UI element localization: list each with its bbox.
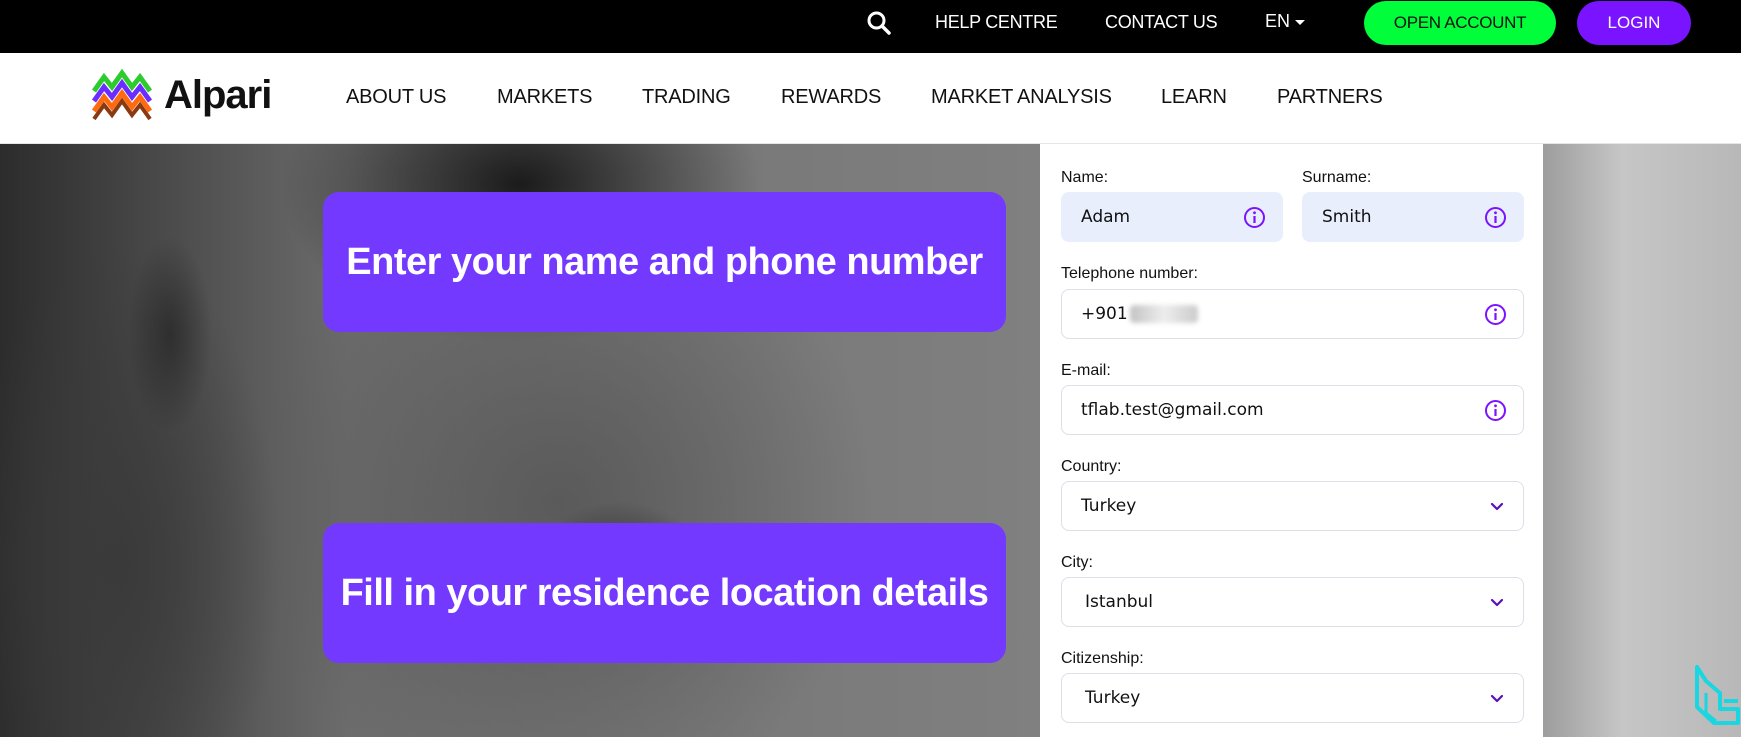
email-field[interactable]: tflab.test@gmail.com [1061,385,1524,435]
email-value: tflab.test@gmail.com [1081,400,1264,420]
nav-market-analysis[interactable]: MARKET ANALYSIS [931,86,1112,109]
email-label: E-mail: [1061,362,1111,379]
name-field[interactable]: Adam [1061,192,1283,242]
country-label: Country: [1061,458,1122,475]
brand-name: Alpari [164,72,272,117]
hero-background-right [1542,144,1741,737]
phone-label: Telephone number: [1061,265,1198,282]
nav-markets[interactable]: MARKETS [497,86,592,109]
main-navigation: Alpari ABOUT US MARKETS TRADING REWARDS … [0,53,1741,144]
callout-name-phone: Enter your name and phone number [323,192,1006,332]
citizenship-label: Citizenship: [1061,650,1144,667]
search-icon[interactable] [866,10,892,36]
login-button[interactable]: LOGIN [1577,1,1691,45]
nav-about-us[interactable]: ABOUT US [346,86,446,109]
watermark-logo [1695,665,1740,725]
language-selector[interactable]: EN [1265,11,1306,32]
nav-learn[interactable]: LEARN [1161,86,1227,109]
nav-partners[interactable]: PARTNERS [1277,86,1383,109]
language-label: EN [1265,11,1291,31]
redacted-digits [1129,305,1198,323]
surname-label: Surname: [1302,169,1372,186]
chevron-down-icon [1490,598,1504,607]
city-label: City: [1061,554,1093,571]
citizenship-value: Turkey [1085,688,1141,708]
info-icon[interactable] [1243,206,1266,229]
citizenship-select[interactable]: Turkey [1061,673,1524,723]
top-bar: HELP CENTRE CONTACT US EN OPEN ACCOUNT L… [0,0,1741,53]
alpari-logo-icon [92,69,152,121]
city-select[interactable]: Istanbul [1061,577,1524,627]
info-icon[interactable] [1484,206,1507,229]
chevron-down-icon [1490,694,1504,703]
phone-value: +901 [1081,304,1128,324]
help-centre-link[interactable]: HELP CENTRE [935,12,1058,33]
callout-residence: Fill in your residence location details [323,523,1006,663]
hero-section: Enter your name and phone number Fill in… [0,144,1741,737]
contact-us-link[interactable]: CONTACT US [1105,12,1218,33]
name-value: Adam [1081,207,1131,227]
country-select[interactable]: Turkey [1061,481,1524,531]
country-value: Turkey [1081,496,1137,516]
chevron-down-icon [1490,502,1504,511]
surname-field[interactable]: Smith [1302,192,1524,242]
nav-trading[interactable]: TRADING [642,86,731,109]
info-icon[interactable] [1484,303,1507,326]
name-label: Name: [1061,169,1109,186]
caret-down-icon [1295,19,1306,25]
nav-rewards[interactable]: REWARDS [781,86,881,109]
surname-value: Smith [1322,207,1372,227]
info-icon[interactable] [1484,399,1507,422]
open-account-button[interactable]: OPEN ACCOUNT [1364,1,1556,45]
brand-logo[interactable]: Alpari [92,69,272,121]
city-value: Istanbul [1085,592,1154,612]
phone-field[interactable]: +901 [1061,289,1524,339]
registration-form: Name: Adam Surname: Smith Telephone numb… [1040,144,1543,737]
